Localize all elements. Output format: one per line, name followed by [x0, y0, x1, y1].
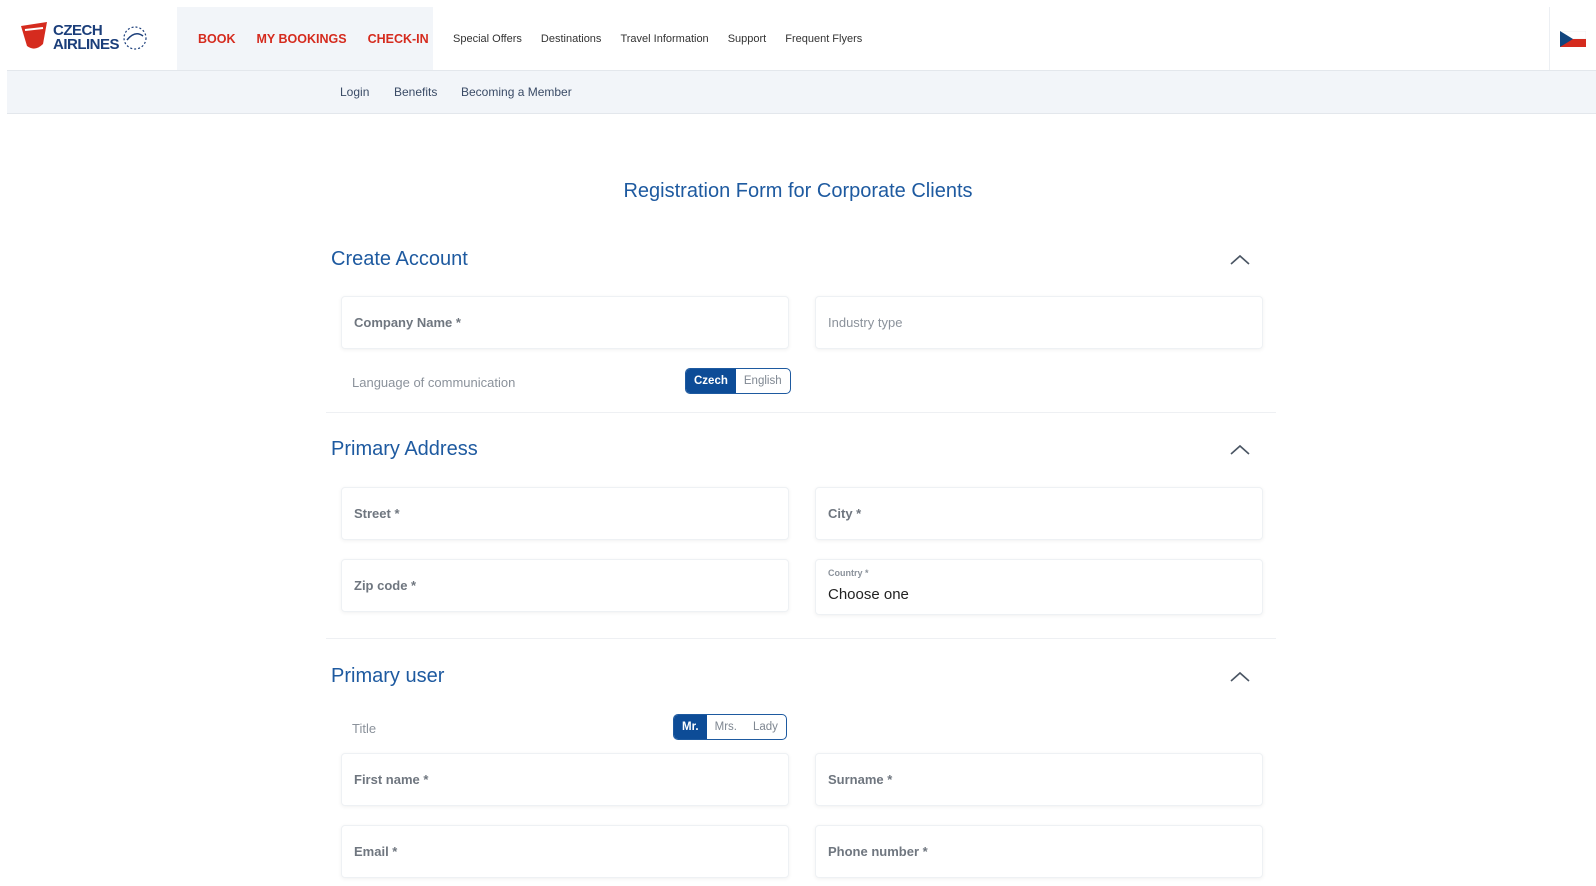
- section-title-primary-address: Primary Address: [331, 438, 478, 460]
- street-field[interactable]: Street *: [341, 487, 789, 540]
- language-toggle: Czech English: [685, 368, 791, 394]
- industry-type-placeholder: Industry type: [828, 315, 903, 330]
- country-label: Country *: [828, 568, 869, 578]
- section-title-create-account: Create Account: [331, 248, 468, 270]
- section-divider: [326, 412, 1276, 413]
- nav-special-offers[interactable]: Special Offers: [453, 33, 522, 45]
- phone-number-placeholder: Phone number *: [828, 844, 928, 859]
- title-option-mr[interactable]: Mr.: [674, 715, 707, 739]
- chevron-up-icon[interactable]: [1229, 670, 1251, 684]
- subnav-benefits[interactable]: Benefits: [394, 85, 437, 99]
- city-field[interactable]: City *: [815, 487, 1263, 540]
- title-label: Title: [352, 721, 377, 736]
- subnav-login[interactable]: Login: [340, 85, 369, 99]
- country-select[interactable]: Country * Choose one: [815, 559, 1263, 615]
- title-option-mrs[interactable]: Mrs.: [707, 715, 745, 739]
- language-option-czech[interactable]: Czech: [686, 369, 736, 393]
- secondary-top-nav: Special Offers Destinations Travel Infor…: [453, 7, 881, 70]
- email-placeholder: Email *: [354, 844, 398, 859]
- chevron-up-icon[interactable]: [1229, 443, 1251, 457]
- nav-frequent-flyers[interactable]: Frequent Flyers: [785, 33, 862, 45]
- nav-travel-information[interactable]: Travel Information: [620, 33, 708, 45]
- nav-my-bookings[interactable]: MY BOOKINGS: [257, 32, 347, 46]
- industry-type-field[interactable]: Industry type: [815, 296, 1263, 349]
- zip-code-placeholder: Zip code *: [354, 578, 417, 593]
- phone-number-field[interactable]: Phone number *: [815, 825, 1263, 878]
- primary-nav: BOOK MY BOOKINGS CHECK-IN: [177, 7, 433, 70]
- surname-field[interactable]: Surname *: [815, 753, 1263, 806]
- language-switcher[interactable]: [1549, 7, 1596, 70]
- street-placeholder: Street *: [354, 506, 400, 521]
- email-field[interactable]: Email *: [341, 825, 789, 878]
- nav-support[interactable]: Support: [728, 33, 767, 45]
- subnav-becoming-member[interactable]: Becoming a Member: [461, 85, 572, 99]
- surname-placeholder: Surname *: [828, 772, 893, 787]
- title-option-lady[interactable]: Lady: [745, 715, 786, 739]
- section-divider: [326, 638, 1276, 639]
- language-label: Language of communication: [352, 375, 516, 390]
- czech-airlines-logo[interactable]: CZECH AIRLINES: [19, 16, 154, 60]
- chevron-up-icon[interactable]: [1229, 253, 1251, 267]
- page-title: Registration Form for Corporate Clients: [623, 180, 973, 202]
- top-navigation-bar: CZECH AIRLINES BOOK MY BOOKINGS CHECK-IN…: [7, 7, 1596, 71]
- language-option-english[interactable]: English: [736, 369, 790, 393]
- nav-destinations[interactable]: Destinations: [541, 33, 602, 45]
- logo-line-2: AIRLINES: [53, 36, 120, 53]
- company-name-placeholder: Company Name *: [354, 315, 461, 330]
- title-toggle: Mr. Mrs. Lady: [673, 714, 787, 740]
- nav-check-in[interactable]: CHECK-IN: [368, 32, 429, 46]
- city-placeholder: City *: [828, 506, 862, 521]
- nav-book[interactable]: BOOK: [198, 32, 236, 46]
- czech-flag-icon: [1560, 30, 1586, 47]
- zip-code-field[interactable]: Zip code *: [341, 559, 789, 612]
- company-name-field[interactable]: Company Name *: [341, 296, 789, 349]
- logo-wordmark: CZECH AIRLINES: [53, 23, 120, 53]
- first-name-placeholder: First name *: [354, 772, 429, 787]
- section-title-primary-user: Primary user: [331, 665, 445, 687]
- first-name-field[interactable]: First name *: [341, 753, 789, 806]
- frequent-flyers-subnav: Login Benefits Becoming a Member: [7, 71, 1596, 114]
- country-value: Choose one: [828, 586, 909, 603]
